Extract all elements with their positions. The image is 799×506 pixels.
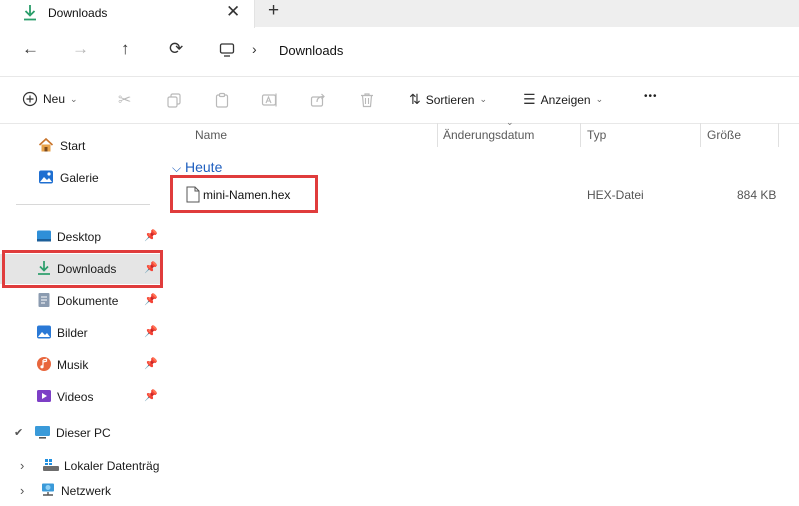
download-icon xyxy=(22,4,38,25)
sidebar-item-label: Videos xyxy=(57,390,94,404)
sort-button[interactable]: ⇅ Sortieren ⌄ xyxy=(409,91,487,108)
close-icon[interactable]: ✕ xyxy=(226,2,240,22)
column-divider[interactable] xyxy=(778,123,779,147)
column-divider[interactable] xyxy=(700,123,701,147)
chevron-down-icon: ⌄ xyxy=(479,94,487,104)
home-icon xyxy=(38,137,54,153)
rename-icon[interactable] xyxy=(261,92,279,111)
pin-icon[interactable]: 📌 xyxy=(144,293,158,306)
sidebar-item-label: Galerie xyxy=(60,171,99,185)
sidebar-item-label: Bilder xyxy=(57,326,88,340)
sidebar-item-label: Netzwerk xyxy=(61,484,112,498)
navigation-bar: ← → ↑ ⟳ › Downloads xyxy=(0,28,799,74)
highlight-box-downloads xyxy=(2,250,163,288)
command-bar: Neu ⌄ ✂ ⇅ Sortieren ⌄ ☰ Anzeigen ⌄ ••• xyxy=(0,76,799,124)
delete-icon[interactable] xyxy=(359,92,375,111)
file-size: 884 KB xyxy=(737,188,777,202)
forward-icon[interactable]: → xyxy=(72,39,89,59)
sidebar-item-musik[interactable]: Musik 📌 xyxy=(0,350,160,380)
view-label: Anzeigen xyxy=(540,92,591,107)
sidebar-item-label: Dokumente xyxy=(57,294,119,308)
group-label: Heute xyxy=(185,159,223,175)
share-icon[interactable] xyxy=(310,92,326,111)
pictures-icon xyxy=(36,324,52,340)
chevron-down-icon: ⌄ xyxy=(70,93,78,104)
sidebar-item-dieser-pc[interactable]: ✔ Dieser PC xyxy=(0,418,160,448)
sidebar-divider xyxy=(16,204,150,205)
sidebar-item-bilder[interactable]: Bilder 📌 xyxy=(0,318,160,348)
plus-circle-icon xyxy=(22,91,38,107)
pin-icon[interactable]: 📌 xyxy=(144,325,158,338)
chevron-down-icon: ⌵ xyxy=(172,161,182,175)
music-icon xyxy=(36,356,52,372)
highlight-box-file xyxy=(170,175,318,213)
chevron-right-icon: › xyxy=(252,41,257,57)
pin-icon[interactable]: 📌 xyxy=(144,389,158,402)
sidebar-item-label: Dieser PC xyxy=(56,426,111,440)
chevron-right-icon[interactable]: › xyxy=(20,483,24,498)
computer-icon xyxy=(34,424,50,440)
sort-icon: ⇅ xyxy=(409,91,421,107)
column-header-date[interactable]: Änderungsdatum xyxy=(443,128,534,142)
back-icon[interactable]: ← xyxy=(22,39,39,59)
sidebar-item-label: Start xyxy=(60,139,86,153)
sidebar-item-label: Lokaler Datenträg xyxy=(64,459,160,473)
column-header-size[interactable]: Größe xyxy=(707,128,741,142)
sidebar-item-label: Desktop xyxy=(57,230,102,244)
navigation-pane: Start Galerie Desktop 📌 Downloads 📌 Doku… xyxy=(0,124,160,506)
sidebar-item-start[interactable]: Start xyxy=(0,131,160,161)
file-type: HEX-Datei xyxy=(587,188,644,202)
cut-icon[interactable]: ✂ xyxy=(118,90,131,110)
videos-icon xyxy=(36,388,52,404)
sidebar-item-netzwerk[interactable]: › Netzwerk xyxy=(0,476,160,506)
documents-icon xyxy=(36,292,52,308)
pin-icon[interactable]: 📌 xyxy=(144,229,158,242)
sidebar-item-videos[interactable]: Videos 📌 xyxy=(0,382,160,412)
sidebar-item-dokumente[interactable]: Dokumente 📌 xyxy=(0,286,160,316)
new-button[interactable]: Neu ⌄ xyxy=(22,91,78,107)
column-header-name[interactable]: Name xyxy=(195,128,227,142)
network-icon xyxy=(40,482,56,498)
chevron-down-icon: ⌄ xyxy=(506,117,514,127)
gallery-icon xyxy=(38,169,54,185)
view-button[interactable]: ☰ Anzeigen ⌄ xyxy=(523,91,603,108)
breadcrumb[interactable]: Downloads xyxy=(279,43,343,58)
group-header-heute[interactable]: ⌵ Heute xyxy=(172,159,222,176)
check-expanded-icon[interactable]: ✔ xyxy=(14,426,23,439)
refresh-icon[interactable]: ⟳ xyxy=(169,39,183,59)
drive-icon xyxy=(42,457,59,473)
tab-downloads[interactable]: Downloads ✕ xyxy=(0,0,255,28)
column-divider[interactable] xyxy=(580,123,581,147)
sort-label: Sortieren xyxy=(425,92,475,107)
column-divider[interactable] xyxy=(437,123,438,147)
paste-icon[interactable] xyxy=(214,92,230,111)
column-header-type[interactable]: Typ xyxy=(587,128,606,142)
chevron-down-icon: ⌄ xyxy=(595,94,604,104)
more-options-icon[interactable]: ••• xyxy=(644,91,658,102)
up-icon[interactable]: ↑ xyxy=(121,39,130,59)
view-list-icon: ☰ xyxy=(523,91,536,107)
copy-icon[interactable] xyxy=(166,92,182,111)
pin-icon[interactable]: 📌 xyxy=(144,357,158,370)
new-label: Neu xyxy=(43,92,66,106)
tab-title: Downloads xyxy=(48,6,108,20)
desktop-icon xyxy=(36,228,52,244)
sidebar-item-label: Musik xyxy=(57,358,89,372)
computer-icon[interactable] xyxy=(219,42,235,61)
new-tab-button[interactable]: + xyxy=(268,0,279,22)
sidebar-item-galerie[interactable]: Galerie xyxy=(0,163,160,193)
sidebar-item-desktop[interactable]: Desktop 📌 xyxy=(0,222,160,252)
tab-bar: Downloads ✕ + xyxy=(0,0,799,28)
chevron-right-icon[interactable]: › xyxy=(20,458,24,473)
